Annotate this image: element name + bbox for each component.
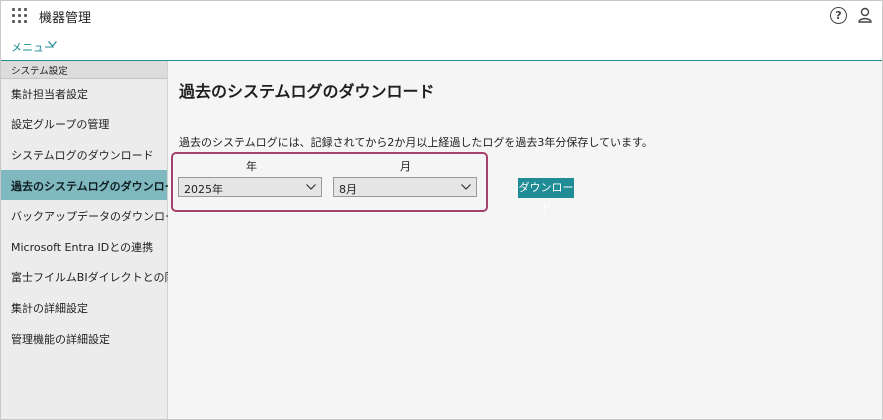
main-content: 過去のシステムログのダウンロード 過去のシステムログには、記録されてから2か月以… <box>168 61 882 419</box>
app-launcher-icon[interactable] <box>12 8 28 24</box>
app-title: 機器管理 <box>39 11 92 26</box>
sidebar-item-label: 管理機能の詳細設定 <box>11 333 110 346</box>
month-select-value: 8月 <box>339 183 357 196</box>
sidebar-item-label: 過去のシステムログのダウンロード <box>11 180 187 193</box>
user-icon[interactable] <box>858 7 872 23</box>
app-header: 機器管理 ? <box>1 1 882 29</box>
sidebar-item-label: システムログのダウンロード <box>11 149 154 162</box>
sidebar-item-label: 集計の詳細設定 <box>11 302 88 315</box>
menu-bar: メニュー <box>1 30 882 61</box>
sidebar-item-label: 設定グループの管理 <box>11 118 110 131</box>
page-title: 過去のシステムログのダウンロード <box>179 82 435 101</box>
sidebar-item-system-log-download[interactable]: システムログのダウンロード <box>1 139 167 169</box>
chevron-down-icon <box>306 184 316 190</box>
sidebar-item-label: Microsoft Entra IDとの連携 <box>11 241 154 254</box>
sidebar-section-label: システム設定 <box>11 66 68 77</box>
sidebar-item-setting-groups[interactable]: 設定グループの管理 <box>1 108 167 138</box>
download-button[interactable]: ダウンロード <box>518 178 574 214</box>
sidebar-item-fujifilm-bi-sync[interactable]: 富士フイルムBIダイレクトとの同期 <box>1 261 186 291</box>
sidebar-item-tally-manager[interactable]: 集計担当者設定 <box>1 78 167 108</box>
sidebar-item-tally-details[interactable]: 集計の詳細設定 <box>1 292 167 322</box>
year-select-value: 2025年 <box>184 183 223 196</box>
sidebar-item-backup-download[interactable]: バックアップデータのダウンロード <box>1 200 187 230</box>
month-select[interactable]: 8月 <box>333 177 477 197</box>
help-icon[interactable]: ? <box>830 7 847 24</box>
sidebar-section-title: システム設定 <box>1 61 167 79</box>
chevron-down-icon[interactable] <box>48 41 57 47</box>
year-label: 年 <box>246 160 257 173</box>
sidebar: システム設定 集計担当者設定 設定グループの管理 システムログのダウンロード 過… <box>1 61 187 419</box>
page-description: 過去のシステムログには、記録されてから2か月以上経過したログを過去3年分保存して… <box>179 136 653 149</box>
sidebar-item-past-system-log-download[interactable]: 過去のシステムログのダウンロード <box>1 170 187 200</box>
month-label: 月 <box>400 160 411 173</box>
sidebar-item-entra-id[interactable]: Microsoft Entra IDとの連携 <box>1 231 167 261</box>
chevron-down-icon <box>461 184 471 190</box>
sidebar-item-label: 集計担当者設定 <box>11 88 88 101</box>
sidebar-item-label: バックアップデータのダウンロード <box>11 210 187 223</box>
year-select[interactable]: 2025年 <box>178 177 322 197</box>
app-window: 機器管理 ? メニュー システム設定 集計担当者設定 設定グループの管理 システ… <box>0 0 883 420</box>
sidebar-item-admin-details[interactable]: 管理機能の詳細設定 <box>1 323 167 353</box>
sidebar-item-label: 富士フイルムBIダイレクトとの同期 <box>11 271 187 284</box>
